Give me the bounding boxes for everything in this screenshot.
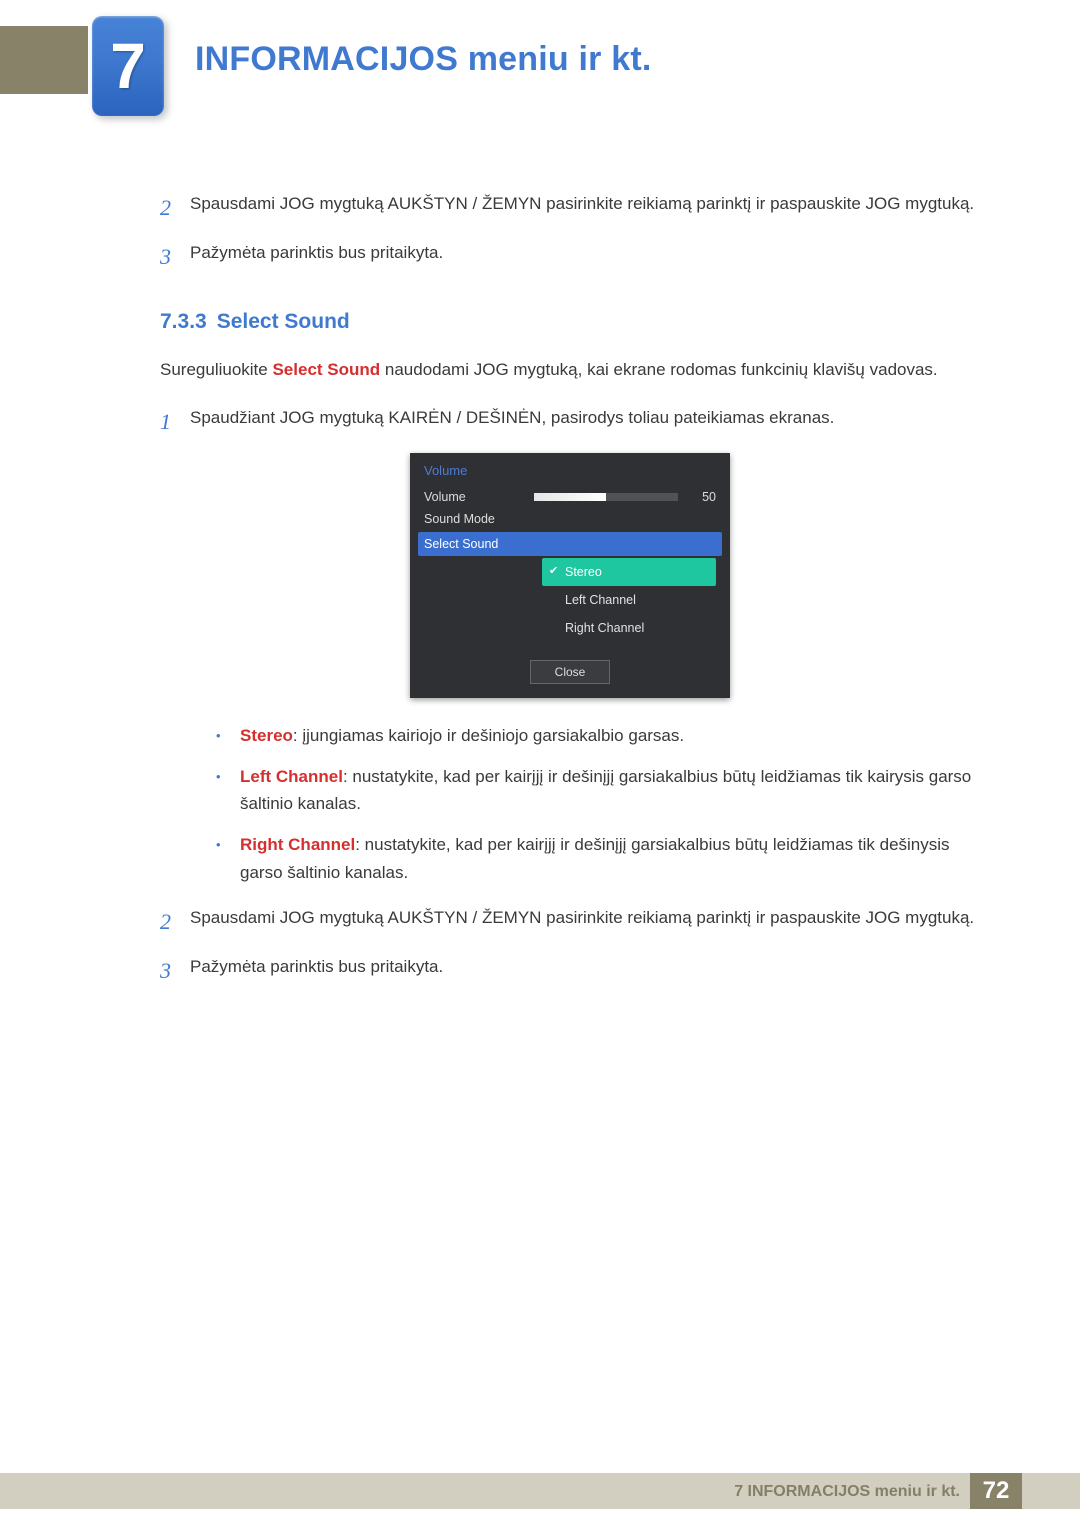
osd-volume-slider: [534, 493, 678, 501]
intro-pre: Sureguliuokite: [160, 360, 272, 379]
osd-panel: Volume Volume 50 Sound Mode Select Sound…: [410, 453, 730, 698]
osd-row-selectsound: Select Sound: [418, 532, 722, 556]
bullet-item: • Left Channel: nustatykite, kad per kai…: [216, 763, 980, 817]
chapter-tab: 7: [92, 16, 164, 116]
intro-paragraph: Sureguliuokite Select Sound naudodami JO…: [160, 356, 980, 383]
osd-close-button: Close: [530, 660, 610, 684]
osd-option-left: Left Channel: [542, 586, 716, 614]
osd-label: Volume: [424, 490, 534, 504]
osd-row-soundmode: Sound Mode: [410, 508, 730, 530]
osd-label: Sound Mode: [424, 512, 534, 526]
page-number-badge: 72: [970, 1473, 1022, 1509]
bullet-dot-icon: •: [216, 763, 240, 817]
step-text: Spausdami JOG mygtuką AUKŠTYN / ŽEMYN pa…: [190, 904, 980, 939]
bullet-dot-icon: •: [216, 831, 240, 885]
step-text: Spausdami JOG mygtuką AUKŠTYN / ŽEMYN pa…: [190, 190, 980, 225]
bullet-rest: : nustatykite, kad per kairįjį ir dešinį…: [240, 767, 971, 813]
bullet-item: • Stereo: įjungiamas kairiojo ir dešinio…: [216, 722, 980, 749]
step-row: 3 Pažymėta parinktis bus pritaikyta.: [160, 953, 980, 988]
osd-options: Stereo Left Channel Right Channel: [542, 558, 716, 642]
bullet-text: Right Channel: nustatykite, kad per kair…: [240, 831, 980, 885]
intro-post: naudodami JOG mygtuką, kai ekrane rodoma…: [380, 360, 938, 379]
osd-title: Volume: [410, 453, 730, 486]
step-number: 3: [160, 953, 190, 988]
bullet-keyword: Stereo: [240, 726, 293, 745]
step-number: 1: [160, 404, 190, 439]
chapter-number: 7: [110, 29, 146, 103]
step-text: Pažymėta parinktis bus pritaikyta.: [190, 953, 980, 988]
step-text: Pažymėta parinktis bus pritaikyta.: [190, 239, 980, 274]
step-number: 3: [160, 239, 190, 274]
step-row: 3 Pažymėta parinktis bus pritaikyta.: [160, 239, 980, 274]
osd-option-stereo: Stereo: [542, 558, 716, 586]
osd-screenshot-wrap: Volume Volume 50 Sound Mode Select Sound…: [160, 453, 980, 698]
step-number: 2: [160, 904, 190, 939]
bullet-text: Stereo: įjungiamas kairiojo ir dešiniojo…: [240, 722, 980, 749]
osd-row-volume: Volume 50: [410, 486, 730, 508]
bullet-keyword: Left Channel: [240, 767, 343, 786]
osd-option-right: Right Channel: [542, 614, 716, 642]
section-title: Select Sound: [217, 310, 350, 333]
step-row: 2 Spausdami JOG mygtuką AUKŠTYN / ŽEMYN …: [160, 904, 980, 939]
bullet-text: Left Channel: nustatykite, kad per kairį…: [240, 763, 980, 817]
step-row: 2 Spausdami JOG mygtuką AUKŠTYN / ŽEMYN …: [160, 190, 980, 225]
osd-volume-value: 50: [688, 490, 716, 504]
bullet-dot-icon: •: [216, 722, 240, 749]
section-number: 7.3.3: [160, 310, 207, 333]
bullet-list: • Stereo: įjungiamas kairiojo ir dešinio…: [216, 722, 980, 886]
page-content: 2 Spausdami JOG mygtuką AUKŠTYN / ŽEMYN …: [160, 190, 980, 1002]
bullet-item: • Right Channel: nustatykite, kad per ka…: [216, 831, 980, 885]
step-row: 1 Spaudžiant JOG mygtuką KAIRĖN / DEŠINĖ…: [160, 404, 980, 439]
bullet-keyword: Right Channel: [240, 835, 355, 854]
intro-keyword: Select Sound: [272, 360, 380, 379]
section-heading: 7.3.3 Select Sound: [160, 310, 980, 334]
osd-label: Select Sound: [424, 537, 534, 551]
bullet-rest: : įjungiamas kairiojo ir dešiniojo garsi…: [293, 726, 684, 745]
step-number: 2: [160, 190, 190, 225]
step-text: Spaudžiant JOG mygtuką KAIRĖN / DEŠINĖN,…: [190, 404, 980, 439]
footer-chapter-label: 7 INFORMACIJOS meniu ir kt.: [734, 1483, 960, 1501]
chapter-title: INFORMACIJOS meniu ir kt.: [195, 40, 652, 79]
